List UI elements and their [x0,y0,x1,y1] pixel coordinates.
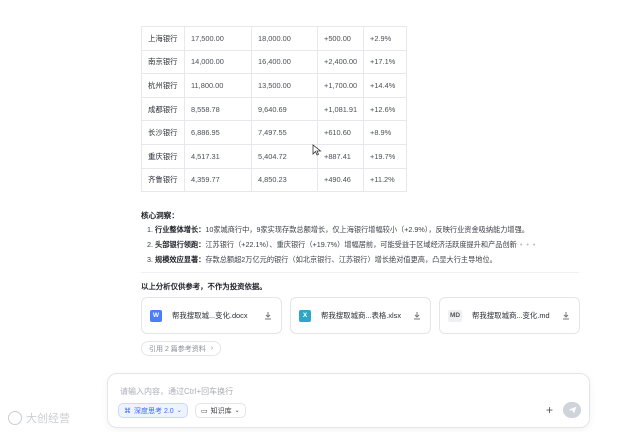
table-cell: 9,640.69 [251,96,318,122]
file-card-md[interactable]: MD 帮我搜取城商...变化.md [439,297,580,334]
table-row: 长沙银行 6,886.95 7,497.55 +610.60 +8.9% [141,120,407,145]
send-icon [568,406,576,414]
download-icon[interactable] [412,311,422,321]
table-cell: 4,517.31 [184,143,252,169]
insight-item: 2. 头部银行领跑：江苏银行（+22.1%）、重庆银行（+19.7%）增幅居前，… [147,240,537,249]
insight-item: 3. 规模效应显著：存款总额超2万亿元的银行（如北京银行、江苏银行）增长绝对值更… [147,255,497,264]
table-cell: 长沙银行 [141,120,185,145]
table-cell: 5,404.72 [251,143,318,169]
file-name: 帮我搜取城商...表格.xlsx [321,311,402,320]
table-cell: 4,850.23 [251,167,318,193]
chevron-down-icon: ⌄ [234,408,240,414]
chat-input-box[interactable]: 请输入内容，通过Ctrl+回车换行 ⌘ 深度思考 2.0 ⌄ ▭ 知识库 ⌄ + [107,373,590,428]
table-cell: +14.4% [363,73,407,98]
table-cell: 南京银行 [141,49,185,75]
file-name: 帮我搜取城...变化.docx [172,311,248,320]
insight-item: 1. 行业整体增长：10家城商行中，9家实现存款总额增长，仅上海银行增幅较小（+… [147,225,529,234]
deep-think-icon: ⌘ [124,407,131,415]
chevron-right-icon: › [210,345,214,352]
table-row: 齐鲁银行 4,359.77 4,850.23 +490.46 +11.2% [141,167,407,193]
table-cell: 18,000.00 [251,26,318,51]
table-cell: +2.9% [363,26,407,51]
insight-list: 1. 行业整体增长：10家城商行中，9家实现存款总额增长，仅上海银行增幅较小（+… [147,224,536,269]
table-cell: 11,800.00 [184,73,252,98]
table-cell: 上海银行 [141,26,185,51]
table-cell: 16,400.00 [251,49,318,75]
table-cell: +11.2% [363,167,407,193]
markdown-icon: MD [448,309,462,322]
send-button[interactable] [563,402,581,418]
folder-icon: ▭ [201,407,208,415]
watermark: 大创经营 [8,410,70,426]
word-doc-icon: W [150,309,162,322]
attach-plus-icon[interactable]: + [546,404,553,416]
mouse-cursor-icon [312,144,322,156]
download-icon[interactable] [263,311,273,321]
table-cell: 13,500.00 [251,73,318,98]
chevron-down-icon: ⌄ [176,408,182,414]
table-cell: +490.46 [317,167,364,193]
table-cell: 7,497.55 [251,120,318,145]
table-cell: 重庆银行 [141,143,185,169]
knowledge-base-button[interactable]: ▭ 知识库 ⌄ [195,403,246,418]
table-cell: +17.1% [363,49,407,75]
references-label: 引用 2 篇参考资料 [149,345,206,353]
insight-title: 核心洞察： [141,211,179,220]
table-row: 上海银行 17,500.00 18,000.00 +500.00 +2.9% [141,26,407,51]
table-cell: 6,886.95 [184,120,252,145]
deep-think-toggle[interactable]: ⌘ 深度思考 2.0 ⌄ [118,403,188,418]
watermark-logo-icon [8,411,22,425]
loading-dots-icon: • • • [516,240,537,249]
table-cell: 17,500.00 [184,26,252,51]
table-cell: +1,700.00 [317,73,364,98]
table-cell: +610.60 [317,120,364,145]
table-cell: +887.41 [317,143,364,169]
table-cell: 4,359.77 [184,167,252,193]
table-row: 成都银行 8,558.78 9,640.69 +1,081.91 +12.6% [141,96,407,122]
deposit-table: 上海银行 17,500.00 18,000.00 +500.00 +2.9% 南京银行 14… [141,26,407,193]
chat-input[interactable]: 请输入内容，通过Ctrl+回车换行 [120,386,233,397]
table-cell: +500.00 [317,26,364,51]
table-cell: +19.7% [363,143,407,169]
table-cell: 14,000.00 [184,49,252,75]
table-cell: 齐鲁银行 [141,167,185,193]
file-card-docx[interactable]: W 帮我搜取城...变化.docx [141,297,282,334]
excel-icon: X [299,309,311,322]
file-name: 帮我搜取城商...变化.md [472,311,550,320]
file-card-xlsx[interactable]: X 帮我搜取城商...表格.xlsx [290,297,431,334]
table-cell: 8,558.78 [184,96,252,122]
table-cell: +12.6% [363,96,407,122]
table-cell: 杭州银行 [141,73,185,98]
table-cell: +2,400.00 [317,49,364,75]
table-cell: +1,081.91 [317,96,364,122]
table-cell: +8.9% [363,120,407,145]
references-button[interactable]: 引用 2 篇参考资料 › [141,341,222,356]
table-row: 重庆银行 4,517.31 5,404.72 +887.41 +19.7% [141,143,407,169]
table-cell: 成都银行 [141,96,185,122]
table-row: 杭州银行 11,800.00 13,500.00 +1,700.00 +14.4% [141,73,407,98]
disclaimer-text: 以上分析仅供参考，不作为投资依据。 [141,282,267,291]
table-row: 南京银行 14,000.00 16,400.00 +2,400.00 +17.1% [141,49,407,75]
download-icon[interactable] [561,311,571,321]
divider [141,272,579,273]
